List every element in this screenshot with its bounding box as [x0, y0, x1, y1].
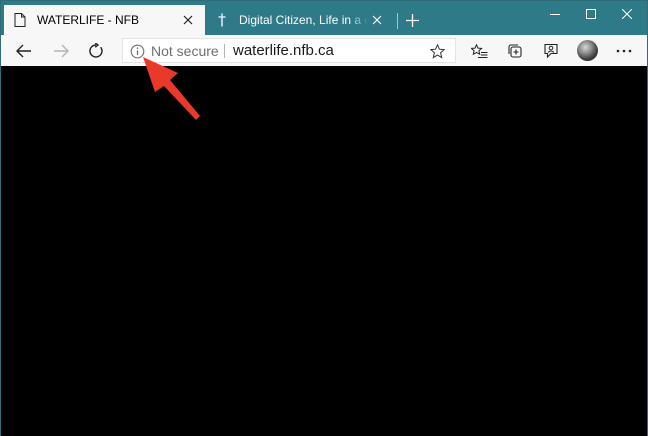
digital-citizen-favicon	[214, 12, 230, 28]
page-icon	[12, 12, 28, 28]
back-button[interactable]	[11, 38, 37, 64]
page-content	[1, 66, 647, 436]
navigation-toolbar: Not secure waterlife.nfb.ca	[1, 35, 647, 66]
favorites-list-icon	[470, 43, 488, 59]
security-status-label[interactable]: Not secure	[151, 43, 219, 59]
refresh-button[interactable]	[83, 38, 109, 64]
tab-waterlife[interactable]: WATERLIFE - NFB	[4, 5, 205, 35]
address-bar[interactable]: Not secure waterlife.nfb.ca	[122, 38, 456, 63]
tab-title: Digital Citizen, Life in a digital wo	[239, 13, 368, 27]
forward-arrow-icon	[53, 44, 69, 58]
forward-button[interactable]	[48, 38, 74, 64]
info-icon[interactable]	[129, 43, 145, 59]
minimize-icon	[550, 9, 560, 19]
collections-icon	[507, 43, 523, 59]
maximize-icon	[586, 9, 596, 19]
read-aloud-icon	[543, 43, 560, 59]
new-tab-button[interactable]	[401, 9, 423, 31]
back-arrow-icon	[16, 44, 32, 58]
close-tab-icon[interactable]	[368, 11, 386, 29]
browser-window: WATERLIFE - NFB Digital Citizen, Life in…	[0, 0, 648, 436]
close-tab-icon[interactable]	[179, 11, 197, 29]
address-divider	[224, 44, 225, 58]
tab-separator	[397, 13, 398, 29]
read-aloud-button[interactable]	[538, 38, 564, 64]
more-icon	[616, 49, 632, 53]
plus-icon	[405, 13, 419, 27]
star-icon[interactable]	[428, 42, 446, 60]
close-icon	[622, 9, 632, 19]
tab-digital-citizen[interactable]: Digital Citizen, Life in a digital wo	[206, 5, 394, 35]
more-button[interactable]	[611, 38, 637, 64]
url-text[interactable]: waterlife.nfb.ca	[233, 42, 334, 59]
tab-strip: WATERLIFE - NFB Digital Citizen, Life in…	[1, 1, 647, 35]
collections-button[interactable]	[502, 38, 528, 64]
favorites-button[interactable]	[466, 38, 492, 64]
profile-avatar[interactable]	[577, 40, 598, 61]
refresh-icon	[88, 43, 104, 59]
tab-title: WATERLIFE - NFB	[37, 13, 139, 27]
close-window-button[interactable]	[604, 1, 648, 27]
